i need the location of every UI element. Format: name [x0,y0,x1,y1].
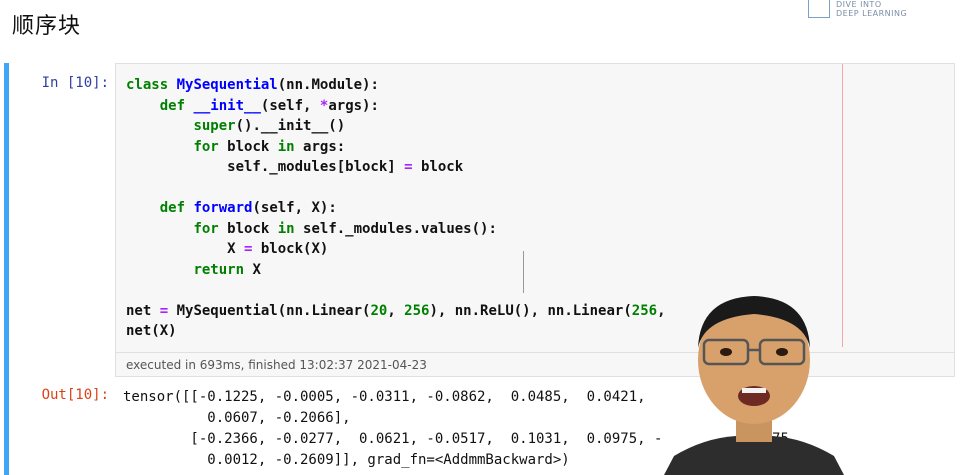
input-prompt: In [10]: [41,75,109,91]
code-line-9: X = block(X) [126,241,329,257]
output-line-2: 0.0607, -0.2066], [123,410,351,426]
code-line-13: net(X) [126,323,177,339]
code-line-7: def forward(self, X): [159,200,337,216]
code-line-3: super().__init__() [193,118,346,134]
output-prompt: Out[10]: [41,387,109,403]
code-text[interactable]: class MySequential(nn.Module): def __ini… [126,75,666,342]
code-line-12: net = MySequential(nn.Linear(20, 256), n… [126,302,666,319]
code-line-4: for block in args: [193,138,346,155]
code-line-10: return X [193,261,261,278]
presenter-video-icon [664,296,844,475]
code-line-2: def __init__(self, *args): [159,97,379,114]
logo-line-1: DIVE INTO [836,0,882,9]
dive-into-deep-learning-logo: DIVE INTO DEEP LEARNING [808,0,948,20]
slide-title: 顺序块 [12,14,82,39]
code-line-1: class MySequential(nn.Module): [126,77,379,93]
logo-line-2: DEEP LEARNING [836,9,908,18]
output-line-4: 0.0012, -0.2609]], grad_fn=<AddmmBackwar… [123,452,570,468]
code-line-5: self._modules[block] = block [126,159,464,175]
code-line-8: for block in self._modules.values(): [193,220,497,237]
logo-mark-icon [808,0,830,18]
execution-time-text: executed in 693ms, finished 13:02:37 202… [126,358,427,372]
